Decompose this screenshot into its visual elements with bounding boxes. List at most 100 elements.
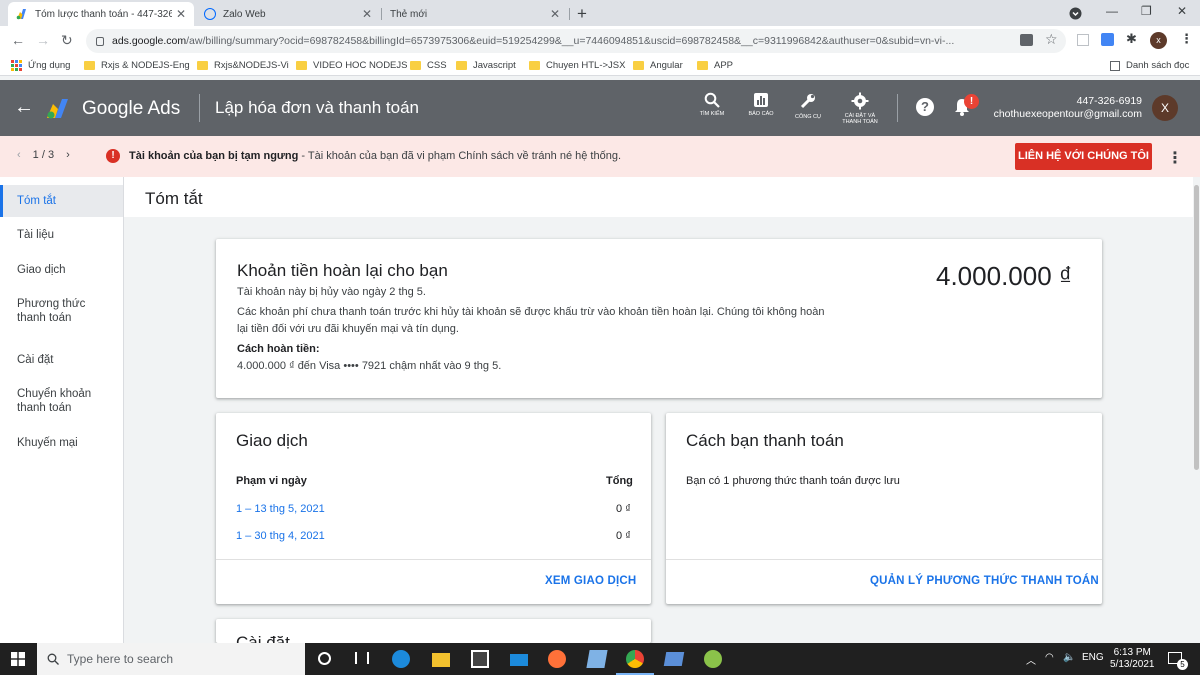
payment-heading: Cách bạn thanh toán: [686, 431, 844, 450]
minimize-icon[interactable]: —: [1106, 4, 1118, 18]
contact-us-button[interactable]: LIÊN HỆ VỚI CHÚNG TÔI: [1015, 143, 1152, 170]
ads-header: ← Google Ads Lập hóa đơn và thanh toán T…: [0, 80, 1200, 136]
tab-title: Tóm lược thanh toán - 447-326-6: [35, 8, 172, 20]
account-avatar[interactable]: X: [1152, 95, 1178, 121]
green-app-icon[interactable]: [704, 650, 722, 668]
bookmark-folder[interactable]: Rxjs & NODEJS-Eng: [84, 60, 190, 71]
transactions-card: Giao dịch Phạm vi ngày Tổng 1 – 13 thg 5…: [216, 413, 651, 604]
windows-start-icon[interactable]: [11, 652, 25, 666]
sidebar-item-documents[interactable]: Tài liệu: [0, 228, 110, 242]
header-divider: [897, 94, 898, 122]
card-divider: [216, 559, 651, 560]
tab-google-ads-billing[interactable]: Tóm lược thanh toán - 447-326-6 ✕: [8, 2, 194, 26]
transaction-range-link[interactable]: 1 – 13 thg 5, 2021: [236, 503, 325, 515]
edge-icon[interactable]: [392, 650, 410, 668]
url-text: ads.google.com/aw/billing/summary?ocid=6…: [112, 35, 955, 47]
col-header-total: Tổng: [606, 475, 633, 487]
back-arrow-icon[interactable]: ←: [14, 96, 34, 119]
sidebar-item-payment-methods[interactable]: Phương thức thanh toán: [0, 297, 92, 325]
network-icon[interactable]: ◠: [1045, 652, 1054, 663]
payment-methods-text: Bạn có 1 phương thức thanh toán được lưu: [686, 475, 900, 487]
mail-icon[interactable]: [510, 654, 528, 666]
bookmark-folder[interactable]: Angular: [633, 60, 683, 71]
google-translate-ext-icon[interactable]: [1101, 33, 1114, 46]
bookmark-star-icon[interactable]: ☆: [1045, 31, 1058, 48]
bookmark-folder[interactable]: Rxjs&NODEJS-Vi: [197, 60, 289, 71]
reading-list[interactable]: Danh sách đọc: [1110, 60, 1189, 71]
close-tab-icon[interactable]: ✕: [362, 7, 372, 21]
chrome-icon[interactable]: [626, 650, 644, 668]
close-window-icon[interactable]: ✕: [1177, 4, 1187, 18]
search-icon: [704, 92, 720, 108]
sidebar-item-payment-transfer[interactable]: Chuyển khoản thanh toán: [0, 387, 92, 415]
next-alert-icon[interactable]: ›: [66, 149, 70, 161]
bookmark-folder[interactable]: CSS: [410, 60, 447, 71]
firefox-icon[interactable]: [548, 650, 566, 668]
bookmark-folder[interactable]: Javascript: [456, 60, 516, 71]
manage-payment-methods-button[interactable]: QUẢN LÝ PHƯƠNG THỨC THANH TOÁN: [870, 575, 1099, 587]
puzzle-extensions-icon[interactable]: ✱: [1126, 31, 1137, 47]
windows-taskbar: Type here to search ︿ ◠ 🔈 ENG 6:13 PM 5/…: [0, 643, 1200, 675]
monitor-app-icon[interactable]: [663, 652, 685, 666]
prev-alert-icon[interactable]: ‹: [17, 149, 21, 161]
extension-icon[interactable]: [1077, 34, 1089, 46]
new-tab-button[interactable]: +: [577, 4, 587, 24]
account-info[interactable]: 447-326-6919 chothuexeopentour@gmail.com: [994, 95, 1142, 121]
language-indicator[interactable]: ENG: [1082, 652, 1104, 663]
sidebar-item-transactions[interactable]: Giao dịch: [0, 263, 110, 277]
cortana-icon[interactable]: [318, 652, 331, 665]
tool-tools[interactable]: CÔNG CỤ: [786, 92, 830, 120]
forward-icon[interactable]: →: [36, 32, 50, 48]
help-icon[interactable]: ?: [916, 98, 934, 116]
transaction-range-link[interactable]: 1 – 30 thg 4, 2021: [236, 530, 325, 542]
bookmark-folder[interactable]: VIDEO HOC NODEJS: [296, 60, 408, 71]
system-clock[interactable]: 6:13 PM 5/13/2021: [1110, 647, 1155, 671]
task-view-icon[interactable]: [355, 652, 369, 664]
store-icon[interactable]: [471, 650, 489, 668]
scrollbar-thumb[interactable]: [1194, 185, 1199, 470]
chrome-menu-icon[interactable]: ⋮: [1180, 31, 1193, 47]
col-header-date-range: Phạm vi ngày: [236, 475, 307, 487]
refund-amount: 4.000.000 ₫: [936, 261, 1073, 291]
alert-pager: ‹ 1 / 3 ›: [17, 149, 70, 161]
folder-icon: [410, 61, 421, 70]
tool-search[interactable]: TÌM KIẾM: [690, 92, 734, 117]
close-tab-icon[interactable]: ✕: [550, 7, 560, 21]
refund-description: Các khoản phí chưa thanh toán trước khi …: [237, 306, 825, 318]
bookmark-folder[interactable]: Chuyen HTL->JSX: [529, 60, 625, 71]
refund-heading: Khoản tiền hoàn lại cho bạn: [237, 261, 448, 280]
folder-icon: [84, 61, 95, 70]
notepad-icon[interactable]: [586, 650, 608, 668]
volume-icon[interactable]: 🔈: [1063, 652, 1075, 663]
reload-icon[interactable]: ↻: [61, 32, 73, 49]
taskbar-search-input[interactable]: Type here to search: [37, 643, 305, 675]
browser-toolbar: ← → ↻ ads.google.com/aw/billing/summary?…: [0, 26, 1200, 56]
profile-download-icon[interactable]: [1069, 7, 1082, 20]
back-icon[interactable]: ←: [11, 32, 25, 48]
bookmark-folder[interactable]: APP: [697, 60, 733, 71]
show-hidden-icons-icon[interactable]: ︿: [1026, 652, 1036, 667]
more-options-icon[interactable]: ⋮: [1167, 148, 1183, 168]
tab-title: Zalo Web: [223, 8, 266, 20]
tab-zalo-web[interactable]: Zalo Web ✕: [196, 2, 380, 26]
tool-settings-billing[interactable]: CÀI ĐẶT VÀ THANH TOÁN: [838, 92, 882, 125]
bookmark-apps[interactable]: Ứng dụng: [11, 60, 70, 71]
restore-icon[interactable]: ❐: [1141, 4, 1152, 18]
profile-avatar[interactable]: x: [1150, 32, 1167, 49]
tool-reports[interactable]: BÁO CÁO: [739, 92, 783, 117]
payment-card: Cách bạn thanh toán Bạn có 1 phương thức…: [666, 413, 1102, 604]
lock-icon: [96, 36, 104, 46]
sidebar-item-settings[interactable]: Cài đặt: [0, 353, 110, 367]
sidebar-item-summary[interactable]: Tóm tắt: [0, 185, 123, 217]
alert-message: Tài khoản của bạn bị tạm ngưng - Tài kho…: [129, 150, 622, 162]
refund-card: Khoản tiền hoàn lại cho bạn 4.000.000 ₫ …: [216, 239, 1102, 398]
view-transactions-button[interactable]: XEM GIAO DỊCH: [545, 575, 636, 587]
address-bar[interactable]: ads.google.com/aw/billing/summary?ocid=6…: [86, 29, 1066, 53]
gear-icon: [851, 92, 869, 110]
tab-new-tab[interactable]: Thẻ mới ✕: [382, 2, 568, 26]
alert-pager-count: 1 / 3: [32, 149, 55, 161]
sidebar-item-promotions[interactable]: Khuyến mại: [0, 436, 110, 450]
translate-icon[interactable]: [1020, 34, 1033, 46]
file-explorer-icon[interactable]: [432, 653, 450, 667]
close-tab-icon[interactable]: ✕: [176, 7, 186, 21]
